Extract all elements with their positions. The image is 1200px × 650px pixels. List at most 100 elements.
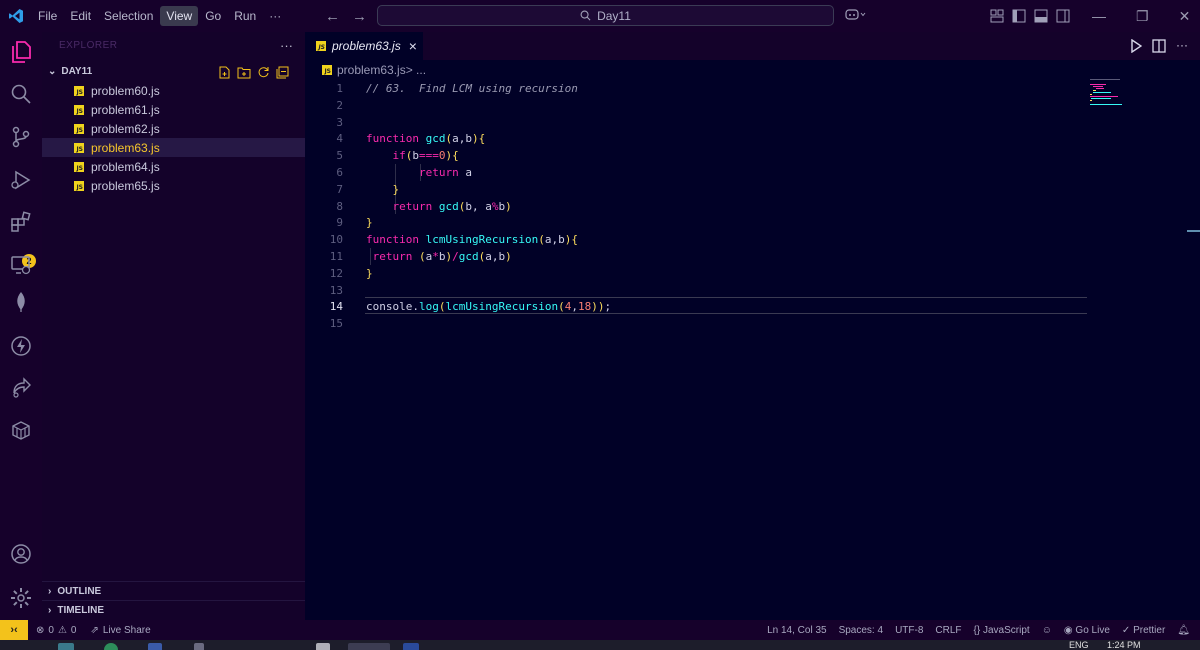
clock-time[interactable]: 1:24 PM xyxy=(1107,640,1141,650)
more-actions-icon[interactable]: ··· xyxy=(1176,39,1188,53)
errors-count[interactable]: 0 xyxy=(48,625,54,636)
database-icon[interactable] xyxy=(9,418,33,442)
code-line[interactable]: 3 xyxy=(305,115,1187,132)
go-live-button[interactable]: ◉ Go Live xyxy=(1064,625,1110,636)
code-text: } xyxy=(366,216,373,230)
source-control-icon[interactable] xyxy=(9,125,33,149)
live-share-label[interactable]: Live Share xyxy=(103,625,151,636)
menu-view[interactable]: View xyxy=(160,6,199,26)
menu-selection[interactable]: Selection xyxy=(98,6,159,26)
sidebar-more-button[interactable]: ··· xyxy=(280,38,293,53)
notifications-bell-icon[interactable]: 🔔︎ xyxy=(1177,625,1190,636)
collapse-all-icon[interactable] xyxy=(276,66,289,79)
minimize-icon[interactable]: — xyxy=(1092,8,1106,25)
run-debug-icon[interactable] xyxy=(9,168,33,192)
language-mode[interactable]: {} JavaScript xyxy=(974,625,1030,636)
line-number: 12 xyxy=(329,266,343,280)
tab-problem63[interactable]: JS problem63.js × xyxy=(305,32,423,60)
remote-explorer-icon[interactable] xyxy=(9,253,33,277)
new-file-icon[interactable] xyxy=(218,66,231,79)
timeline-section[interactable]: › TIMELINE xyxy=(42,600,305,619)
breadcrumb-file[interactable]: problem63.js xyxy=(337,63,406,77)
code-line[interactable]: 10 function lcmUsingRecursion(a,b){ xyxy=(305,232,1187,249)
file-item-problem61[interactable]: JS problem61.js xyxy=(42,100,305,119)
taskbar-app-icon[interactable] xyxy=(316,643,330,650)
close-tab-icon[interactable]: × xyxy=(409,38,417,54)
code-text: } xyxy=(366,266,373,280)
code-line[interactable]: 2 xyxy=(305,98,1187,115)
refresh-icon[interactable] xyxy=(257,66,270,79)
taskbar-app-icon[interactable] xyxy=(58,643,74,650)
line-number: 4 xyxy=(336,132,343,146)
extensions-icon[interactable] xyxy=(9,210,33,234)
code-line[interactable]: 9} xyxy=(305,215,1187,232)
command-center-search[interactable]: Day11 xyxy=(377,5,834,26)
javascript-file-icon: JS xyxy=(322,65,332,75)
menu-file[interactable]: File xyxy=(32,6,63,26)
menu-more[interactable]: ··· xyxy=(263,6,287,26)
live-share-status-icon[interactable]: ⇗ xyxy=(90,625,98,636)
settings-gear-icon[interactable] xyxy=(9,586,33,610)
file-item-problem62[interactable]: JS problem62.js xyxy=(42,119,305,138)
warnings-icon[interactable]: ⚠ xyxy=(58,625,67,636)
split-editor-icon[interactable] xyxy=(1152,39,1166,53)
code-line[interactable]: 12} xyxy=(305,266,1187,283)
code-line[interactable]: 14 console.log(lcmUsingRecursion(4,18)); xyxy=(305,299,1187,316)
customize-layout-icon[interactable] xyxy=(990,9,1004,23)
code-line[interactable]: 1 // 63. Find LCM using recursion xyxy=(305,81,1187,98)
input-language[interactable]: ENG xyxy=(1069,640,1089,650)
accounts-icon[interactable] xyxy=(9,542,33,566)
code-line[interactable]: 13 xyxy=(305,283,1187,300)
file-item-problem60[interactable]: JS problem60.js xyxy=(42,81,305,100)
code-line[interactable]: 7 } xyxy=(305,182,1187,199)
back-arrow-icon[interactable]: ← xyxy=(325,8,340,25)
code-line[interactable]: 4 function gcd(a,b){ xyxy=(305,131,1187,148)
scrollbar-cursor-marker[interactable] xyxy=(1187,230,1200,232)
forward-arrow-icon[interactable]: → xyxy=(352,8,367,25)
encoding[interactable]: UTF-8 xyxy=(895,625,923,636)
menu-go[interactable]: Go xyxy=(199,6,227,26)
prettier-button[interactable]: ✓ Prettier xyxy=(1122,625,1165,636)
live-share-icon[interactable] xyxy=(9,376,33,400)
copilot-status-icon[interactable]: ☺ xyxy=(1042,625,1052,636)
explorer-icon[interactable] xyxy=(9,40,33,64)
file-item-problem64[interactable]: JS problem64.js xyxy=(42,157,305,176)
file-item-problem63[interactable]: JS problem63.js xyxy=(42,138,305,157)
file-item-problem65[interactable]: JS problem65.js xyxy=(42,176,305,195)
toggle-panel-icon[interactable] xyxy=(1034,9,1048,23)
thunder-client-icon[interactable] xyxy=(9,334,33,358)
end-of-line[interactable]: CRLF xyxy=(935,625,961,636)
code-line[interactable]: 6 return a xyxy=(305,165,1187,182)
outline-section[interactable]: › OUTLINE xyxy=(42,581,305,600)
menu-run[interactable]: Run xyxy=(228,6,262,26)
minimap[interactable] xyxy=(1090,78,1130,118)
code-line[interactable]: 15 xyxy=(305,316,1187,333)
status-bar: ›‹ ⊗ 0 ⚠ 0 ⇗ Live Share Ln 14, Col 35 Sp… xyxy=(0,620,1200,640)
taskbar-vscode-icon[interactable] xyxy=(348,643,390,650)
new-folder-icon[interactable] xyxy=(237,66,251,79)
close-window-icon[interactable]: ✕ xyxy=(1179,8,1191,25)
taskbar-app-icon[interactable] xyxy=(148,643,162,650)
code-line[interactable]: 8 return gcd(b, a%b) xyxy=(305,199,1187,216)
cursor-position[interactable]: Ln 14, Col 35 xyxy=(767,625,827,636)
toggle-secondary-sidebar-icon[interactable] xyxy=(1056,9,1070,23)
run-code-icon[interactable] xyxy=(1130,39,1142,53)
menu-edit[interactable]: Edit xyxy=(64,6,97,26)
taskbar-app-icon[interactable] xyxy=(194,643,204,650)
code-line[interactable]: 11 return (a*b)/gcd(a,b) xyxy=(305,249,1187,266)
remote-indicator-icon[interactable]: ›‹ xyxy=(0,620,28,640)
toggle-sidebar-icon[interactable] xyxy=(1012,9,1026,23)
code-editor[interactable]: 1 // 63. Find LCM using recursion 2 3 4 funct… xyxy=(305,80,1187,620)
warnings-count[interactable]: 0 xyxy=(71,625,77,636)
taskbar-app-icon[interactable] xyxy=(403,643,419,650)
code-line[interactable]: 5 if(b===0){ xyxy=(305,148,1187,165)
code-text: return gcd(b, a%b) xyxy=(392,199,512,213)
taskbar-app-icon[interactable] xyxy=(104,643,118,650)
breadcrumb-rest[interactable]: > ... xyxy=(406,63,426,77)
errors-icon[interactable]: ⊗ xyxy=(36,625,44,636)
mongodb-icon[interactable] xyxy=(9,290,33,314)
restore-icon[interactable]: ❐ xyxy=(1136,8,1149,25)
indentation[interactable]: Spaces: 4 xyxy=(839,625,883,636)
copilot-icon[interactable] xyxy=(845,8,867,27)
search-sidebar-icon[interactable] xyxy=(9,82,33,106)
